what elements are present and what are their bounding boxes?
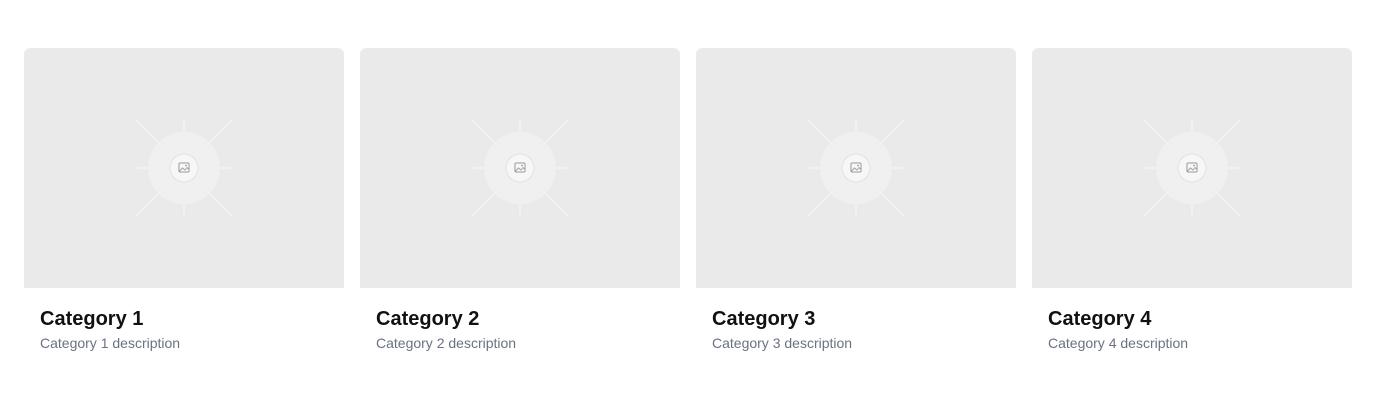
image-placeholder-icon <box>1143 119 1241 217</box>
category-grid: Category 1 Category 1 description Catego <box>24 48 1352 352</box>
image-placeholder-icon <box>135 119 233 217</box>
category-card-2[interactable]: Category 2 Category 2 description <box>360 48 680 352</box>
category-title[interactable]: Category 1 <box>40 307 328 331</box>
category-description: Category 2 description <box>376 335 517 351</box>
category-card-3[interactable]: Category 3 Category 3 description <box>696 48 1016 352</box>
category-title[interactable]: Category 4 <box>1048 307 1336 331</box>
category-thumbnail[interactable] <box>1032 48 1352 288</box>
category-card-body: Category 4 Category 4 description <box>1032 288 1352 352</box>
category-title[interactable]: Category 3 <box>712 307 1000 331</box>
category-description: Category 1 description <box>40 335 181 351</box>
category-card-body: Category 1 Category 1 description <box>24 288 344 352</box>
category-card-1[interactable]: Category 1 Category 1 description <box>24 48 344 352</box>
category-description: Category 4 description <box>1048 335 1189 351</box>
image-placeholder-icon <box>471 119 569 217</box>
category-card-body: Category 3 Category 3 description <box>696 288 1016 352</box>
category-thumbnail[interactable] <box>360 48 680 288</box>
category-thumbnail[interactable] <box>696 48 1016 288</box>
category-thumbnail[interactable] <box>24 48 344 288</box>
image-placeholder-icon <box>807 119 905 217</box>
category-card-body: Category 2 Category 2 description <box>360 288 680 352</box>
category-card-4[interactable]: Category 4 Category 4 description <box>1032 48 1352 352</box>
category-title[interactable]: Category 2 <box>376 307 664 331</box>
category-description: Category 3 description <box>712 335 853 351</box>
